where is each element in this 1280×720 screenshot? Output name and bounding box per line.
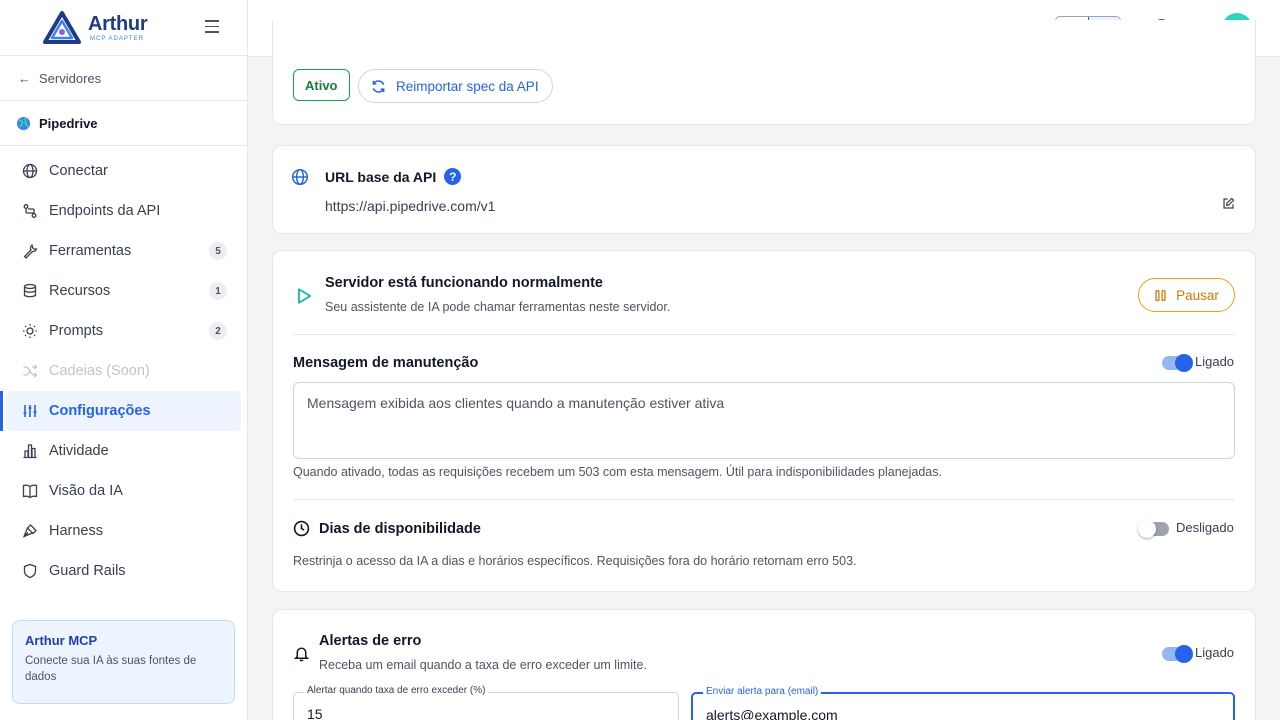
shuffle-icon: [23, 364, 38, 378]
sidebar-item-label: Cadeias (Soon): [49, 363, 150, 379]
arrow-left-icon: ←: [18, 70, 31, 86]
bar-chart-icon: [23, 444, 37, 459]
current-server: Pipedrive: [0, 101, 247, 146]
availability-toggle-label: Desligado: [1176, 520, 1234, 535]
server-health-card: Servidor está funcionando normalmente Se…: [272, 250, 1256, 592]
divider: [293, 334, 1235, 335]
error-alerts-toggle-label: Ligado: [1195, 645, 1235, 660]
pause-label: Pausar: [1176, 287, 1219, 303]
pen-tool-icon: [22, 524, 37, 538]
sidebar-item-prompts[interactable]: Prompts 2: [6, 311, 241, 351]
alert-email-value: alerts@example.com: [706, 707, 838, 720]
sidebar-item-label: Guard Rails: [49, 563, 126, 579]
server-status-subtitle: Seu assistente de IA pode chamar ferrame…: [325, 300, 671, 314]
count-badge: 2: [209, 322, 227, 340]
maintenance-toggle[interactable]: [1162, 354, 1193, 372]
reimport-label: Reimportar spec da API: [396, 78, 539, 94]
promo-card: Arthur MCP Conecte sua IA às suas fontes…: [12, 620, 235, 704]
api-url-title-text: URL base da API: [325, 168, 437, 185]
server-name: Pipedrive: [39, 115, 98, 131]
sidebar-item-conectar[interactable]: Conectar: [6, 151, 241, 191]
maintenance-message-input[interactable]: Mensagem exibida aos clientes quando a m…: [293, 382, 1235, 459]
globe-emoji-icon: [16, 116, 31, 130]
brand-name: Arthur: [88, 12, 148, 35]
sidebar-item-harness[interactable]: Harness: [6, 511, 241, 551]
maintenance-title: Mensagem de manutenção: [293, 355, 479, 371]
database-icon: [23, 283, 37, 298]
brand-subtitle: MCP ADAPTER: [90, 35, 144, 42]
availability-title: Dias de disponibilidade: [319, 521, 481, 537]
refresh-icon: [372, 79, 385, 93]
error-threshold-value: 15: [307, 706, 323, 720]
sidebar-item-endpoints[interactable]: Endpoints da API: [6, 191, 241, 231]
sidebar-item-label: Recursos: [49, 283, 111, 299]
help-icon[interactable]: ?: [444, 168, 462, 185]
sidebar-item-recursos[interactable]: Recursos 1: [6, 271, 241, 311]
globe-icon: [291, 168, 309, 186]
sidebar-nav: Conectar Endpoints da API Ferramentas 5 …: [0, 146, 247, 591]
sidebar-item-guard-rails[interactable]: Guard Rails: [6, 551, 241, 591]
book-icon: [22, 484, 38, 499]
availability-helper: Restrinja o acesso da IA a dias e horári…: [293, 554, 857, 568]
promo-text: Conecte sua IA às suas fontes de dados: [25, 655, 197, 683]
sidebar-item-label: Atividade: [49, 443, 109, 459]
pause-icon: [1155, 289, 1166, 301]
route-icon: [23, 204, 37, 218]
api-url-title: URL base da API ?: [325, 168, 462, 185]
error-threshold-label: Alertar quando taxa de erro exceder (%): [304, 685, 489, 696]
sidebar-item-visao-da-ia[interactable]: Visão da IA: [6, 471, 241, 511]
sidebar-item-label: Ferramentas: [49, 243, 132, 259]
sidebar-item-label: Configurações: [49, 403, 151, 419]
sidebar-item-atividade[interactable]: Atividade: [6, 431, 241, 471]
sidebar-item-label: Visão da IA: [49, 483, 123, 499]
clock-icon: [293, 520, 310, 537]
sidebar-item-ferramentas[interactable]: Ferramentas 5: [6, 231, 241, 271]
maintenance-toggle-label: Ligado: [1195, 354, 1235, 369]
error-alerts-toggle[interactable]: [1162, 645, 1193, 663]
menu-icon[interactable]: [205, 20, 219, 34]
reimport-spec-button[interactable]: Reimportar spec da API: [358, 69, 553, 103]
pause-button[interactable]: Pausar: [1138, 278, 1235, 312]
api-url-value: https://api.pipedrive.com/v1: [325, 198, 496, 214]
play-icon: [298, 288, 312, 304]
lightbulb-icon: [23, 324, 37, 338]
sidebar-item-label: Endpoints da API: [49, 203, 161, 219]
count-badge: 5: [209, 242, 227, 260]
error-alerts-title: Alertas de erro: [319, 633, 422, 649]
edit-icon[interactable]: [1222, 197, 1235, 210]
logo-text: Arthur MCP ADAPTER: [88, 12, 148, 42]
back-to-servers-link[interactable]: ← Servidores: [0, 56, 247, 101]
active-status-button[interactable]: Ativo: [293, 69, 350, 101]
divider: [293, 499, 1235, 500]
logo-row: Arthur MCP ADAPTER: [0, 0, 247, 56]
sidebar-item-configuracoes[interactable]: Configurações: [0, 391, 241, 431]
globe-icon: [22, 163, 38, 179]
maintenance-helper: Quando ativado, todas as requisições rec…: [293, 465, 942, 479]
wrench-icon: [23, 243, 38, 259]
bell-icon: [293, 647, 310, 662]
api-base-url-card: URL base da API ? https://api.pipedrive.…: [272, 145, 1256, 234]
alert-email-field[interactable]: Enviar alerta para (email) alerts@exampl…: [691, 686, 1235, 720]
server-status-title: Servidor está funcionando normalmente: [325, 275, 603, 291]
shield-icon: [23, 563, 37, 579]
sliders-icon: [23, 405, 37, 417]
error-threshold-field[interactable]: Alertar quando taxa de erro exceder (%) …: [293, 685, 679, 720]
error-alerts-card: Alertas de erro Receba um email quando a…: [272, 609, 1256, 720]
sidebar-item-cadeias: Cadeias (Soon): [6, 351, 241, 391]
sidebar-item-label: Harness: [49, 523, 103, 539]
sidebar: Arthur MCP ADAPTER ← Servidores Pipedriv…: [0, 0, 248, 720]
arthur-logo-icon: [43, 10, 81, 44]
alert-email-label: Enviar alerta para (email): [703, 686, 822, 697]
count-badge: 1: [209, 282, 227, 300]
sidebar-item-label: Prompts: [49, 323, 103, 339]
availability-toggle[interactable]: [1138, 520, 1169, 538]
back-label: Servidores: [39, 70, 102, 86]
promo-title: Arthur MCP: [25, 633, 98, 648]
sidebar-item-label: Conectar: [49, 163, 108, 179]
error-alerts-subtitle: Receba um email quando a taxa de erro ex…: [319, 658, 647, 672]
server-status-card: Ativo Reimportar spec da API: [272, 20, 1256, 125]
